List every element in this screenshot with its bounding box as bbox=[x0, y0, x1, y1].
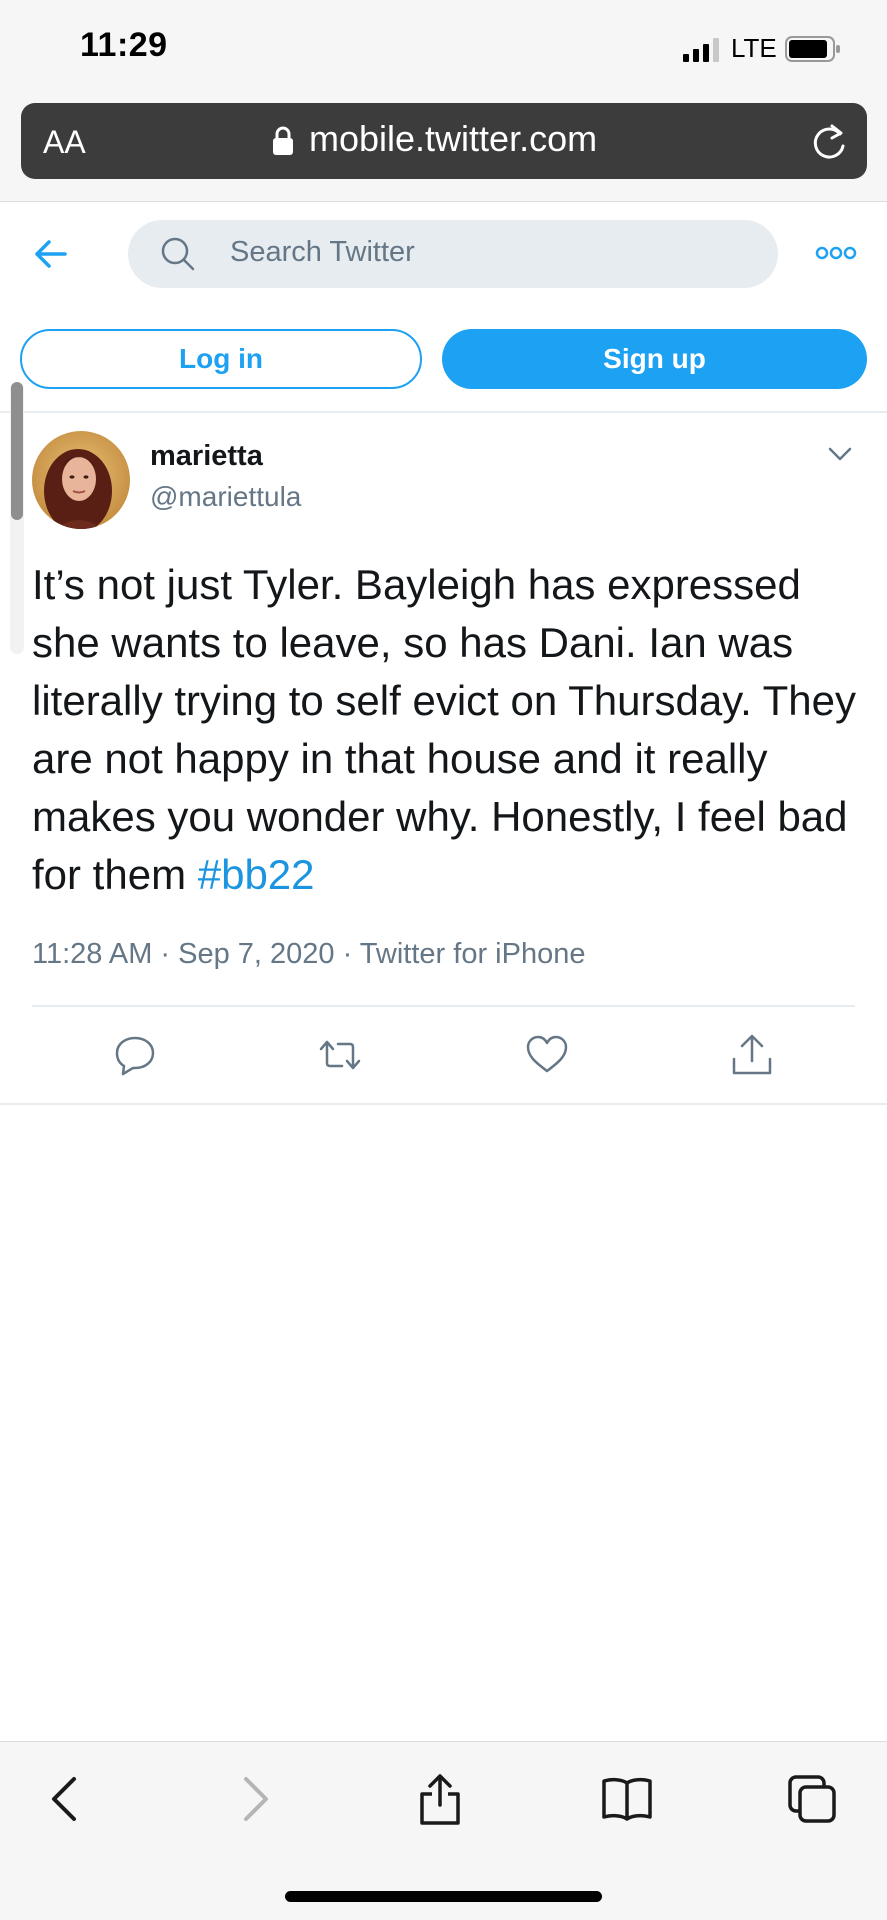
lock-icon bbox=[273, 126, 293, 155]
share-icon[interactable] bbox=[414, 1773, 466, 1825]
share-icon[interactable] bbox=[730, 1033, 774, 1077]
user-handle[interactable]: @mariettula bbox=[150, 481, 301, 513]
url-text[interactable]: mobile.twitter.com bbox=[309, 118, 597, 160]
login-button[interactable]: Log in bbox=[20, 329, 422, 389]
network-type: LTE bbox=[731, 33, 777, 63]
home-indicator[interactable] bbox=[285, 1891, 602, 1902]
actions-divider bbox=[0, 1103, 887, 1105]
search-placeholder[interactable]: Search Twitter bbox=[230, 236, 415, 269]
battery-icon bbox=[785, 36, 840, 62]
signup-button[interactable]: Sign up bbox=[442, 329, 867, 389]
hashtag-link[interactable]: #bb22 bbox=[198, 851, 315, 898]
like-icon[interactable] bbox=[525, 1033, 569, 1077]
more-options-icon[interactable] bbox=[815, 244, 857, 262]
back-arrow-icon[interactable] bbox=[33, 236, 69, 272]
search-box[interactable] bbox=[128, 220, 778, 288]
header-divider bbox=[0, 411, 887, 413]
forward-icon[interactable] bbox=[228, 1773, 280, 1825]
signal-icon bbox=[683, 38, 719, 62]
display-name[interactable]: marietta bbox=[150, 440, 263, 473]
tweet-meta: 11:28 AM · Sep 7, 2020 · Twitter for iPh… bbox=[32, 938, 586, 970]
status-time: 11:29 bbox=[80, 26, 168, 64]
scrollbar-thumb[interactable] bbox=[11, 382, 23, 520]
bookmarks-icon[interactable] bbox=[601, 1773, 653, 1825]
text-size-button[interactable]: AA bbox=[43, 124, 86, 161]
tweet-text: It’s not just Tyler. Bayleigh has expres… bbox=[32, 556, 862, 904]
screen: 11:29 LTE AA mobile.twitter.com Search T… bbox=[0, 0, 887, 1920]
back-icon[interactable] bbox=[40, 1773, 92, 1825]
meta-divider bbox=[32, 1005, 855, 1007]
reload-icon[interactable] bbox=[810, 122, 848, 162]
retweet-icon[interactable] bbox=[318, 1033, 362, 1077]
chevron-down-icon[interactable] bbox=[826, 444, 854, 464]
tabs-icon[interactable] bbox=[786, 1773, 838, 1825]
avatar[interactable] bbox=[32, 431, 130, 529]
search-icon bbox=[161, 237, 195, 271]
reply-icon[interactable] bbox=[113, 1033, 157, 1077]
text-size-label: AA bbox=[43, 124, 86, 160]
tweet-body: It’s not just Tyler. Bayleigh has expres… bbox=[32, 561, 857, 898]
